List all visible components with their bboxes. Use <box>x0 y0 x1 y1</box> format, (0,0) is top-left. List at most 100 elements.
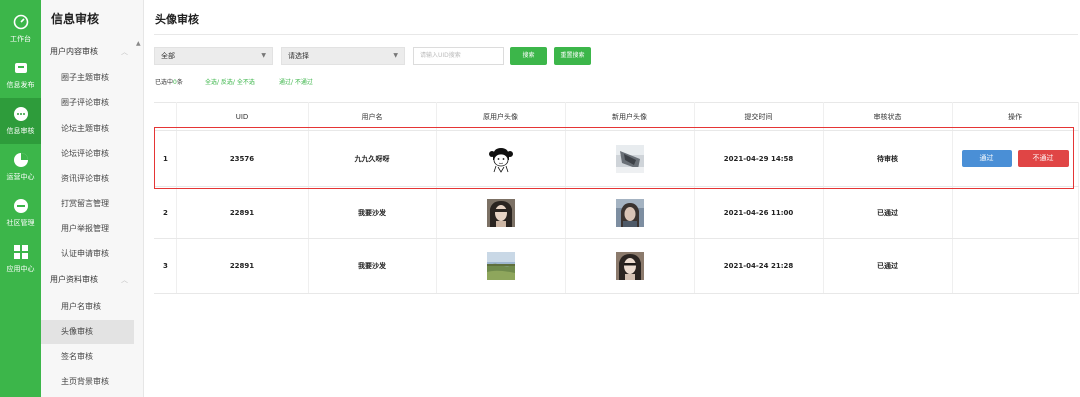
sidebar-item-forum-topic[interactable]: 论坛主题审核 <box>41 117 134 141</box>
row-index: 3 <box>154 238 177 294</box>
uid-search-input[interactable]: 请输入UID搜索 <box>413 47 504 65</box>
sidebar-item-tip-message[interactable]: 打赏留言管理 <box>41 192 134 216</box>
caret-down-icon: ▼ <box>393 52 398 59</box>
selected-count: 已选中0条 <box>155 77 183 86</box>
rail-item-apps[interactable]: 应用中心 <box>0 236 41 282</box>
sidebar-item-circle-comment[interactable]: 圈子评论审核 <box>41 91 134 115</box>
sidebar-item-circle-topic[interactable]: 圈子主题审核 <box>41 66 134 90</box>
row-status: 已通过 <box>823 186 953 239</box>
row-uid: 22891 <box>176 186 309 239</box>
row-username: 九九久呀呀 <box>308 130 437 187</box>
row-username: 我要沙发 <box>308 238 437 294</box>
sidebar-group-content[interactable]: 用户内容审核 ︿ <box>41 40 134 64</box>
chevron-up-icon: ︿ <box>121 48 128 56</box>
selected-prefix: 已选中 <box>155 79 174 86</box>
rail-label: 运营中心 <box>6 173 35 181</box>
main-content: 头像审核 全部 ▼ 请选择 ▼ 请输入UID搜索 搜索 重置搜索 已选中0条 全… <box>144 0 1080 397</box>
scroll-up-icon[interactable]: ▲ <box>136 40 141 47</box>
page-title: 头像审核 <box>155 13 199 26</box>
rail-label: 应用中心 <box>6 265 35 273</box>
row-actions: 通过 不通过 <box>952 130 1079 187</box>
row-submit-time: 2021-04-26 11:00 <box>694 186 824 239</box>
rail-item-publish[interactable]: 信息发布 <box>0 52 41 98</box>
sidebar-item-background[interactable]: 主页背景审核 <box>41 370 134 394</box>
filter-type-select[interactable]: 请选择 ▼ <box>281 47 405 65</box>
col-status: 审核状态 <box>823 102 953 131</box>
rail-item-review[interactable]: 信息审核 <box>0 98 41 144</box>
col-actions: 操作 <box>952 102 1079 131</box>
rail-item-operations[interactable]: 运营中心 <box>0 144 41 190</box>
col-index <box>154 102 177 131</box>
approve-button[interactable]: 通过 <box>961 150 1012 167</box>
table-header: UID 用户名 原用户头像 新用户头像 提交时间 审核状态 操作 <box>154 102 1079 131</box>
rail-item-community[interactable]: 社区管理 <box>0 190 41 236</box>
sidebar-item-user-report[interactable]: 用户举报管理 <box>41 217 134 241</box>
batch-approve-links[interactable]: 通过/ 不通过 <box>279 77 313 86</box>
sidebar-item-username[interactable]: 用户名审核 <box>41 295 134 319</box>
col-submit-time: 提交时间 <box>694 102 824 131</box>
rail-item-dashboard[interactable]: 工作台 <box>0 6 41 52</box>
table-row: 2 22891 我要沙发 2021-04-26 11:00 已通过 <box>154 186 1079 239</box>
rail-label: 信息发布 <box>6 81 35 89</box>
sidebar-item-certification[interactable]: 认证申请审核 <box>41 242 134 266</box>
col-uid: UID <box>176 102 309 131</box>
sidebar-scrollbar[interactable]: ▲ <box>134 38 144 397</box>
row-status: 已通过 <box>823 238 953 294</box>
approve-links-text[interactable]: 通过/ 不通过 <box>279 79 313 86</box>
sidebar-item-news-comment[interactable]: 资讯评论审核 <box>41 167 134 191</box>
new-avatar-image[interactable] <box>615 144 644 173</box>
sidebar: 信息审核 用户内容审核 ︿ 圈子主题审核 圈子评论审核 论坛主题审核 论坛评论审… <box>41 0 144 397</box>
select-value: 全部 <box>161 52 175 60</box>
divider <box>154 34 1078 35</box>
row-actions <box>952 238 1079 294</box>
selected-suffix: 条 <box>176 79 183 86</box>
avatar-review-table: UID 用户名 原用户头像 新用户头像 提交时间 审核状态 操作 1 23576… <box>154 102 1079 294</box>
col-username: 用户名 <box>308 102 437 131</box>
reset-search-button[interactable]: 重置搜索 <box>554 47 591 65</box>
rail-label: 工作台 <box>10 35 31 43</box>
new-avatar-cell <box>565 238 695 294</box>
row-actions <box>952 186 1079 239</box>
rail-label: 社区管理 <box>6 219 35 227</box>
col-old-avatar: 原用户头像 <box>436 102 566 131</box>
select-all-links[interactable]: 全选/ 反选/ 全不选 <box>205 77 255 86</box>
old-avatar-image[interactable] <box>486 144 515 173</box>
row-status: 待审核 <box>823 130 953 187</box>
row-uid: 23576 <box>176 130 309 187</box>
reject-button[interactable]: 不通过 <box>1017 150 1069 167</box>
col-new-avatar: 新用户头像 <box>565 102 695 131</box>
operations-icon <box>13 153 28 167</box>
group-label: 用户内容审核 <box>50 47 98 56</box>
row-submit-time: 2021-04-29 14:58 <box>694 130 824 187</box>
caret-down-icon: ▼ <box>261 52 266 59</box>
old-avatar-cell <box>436 186 566 239</box>
sidebar-group-profile[interactable]: 用户资料审核 ︿ <box>41 268 134 292</box>
dashboard-icon <box>13 14 28 30</box>
new-avatar-image[interactable] <box>615 252 644 280</box>
filter-all-select[interactable]: 全部 ▼ <box>154 47 273 65</box>
community-icon <box>13 199 28 213</box>
sidebar-item-forum-comment[interactable]: 论坛评论审核 <box>41 142 134 166</box>
old-avatar-image[interactable] <box>486 252 515 280</box>
old-avatar-cell <box>436 130 566 187</box>
old-avatar-image[interactable] <box>486 198 515 227</box>
row-submit-time: 2021-04-24 21:28 <box>694 238 824 294</box>
table-row: 3 22891 我要沙发 2021-04-24 21:28 已通过 <box>154 238 1079 294</box>
select-value: 请选择 <box>288 52 309 60</box>
sidebar-item-signature[interactable]: 签名审核 <box>41 345 134 369</box>
row-uid: 22891 <box>176 238 309 294</box>
old-avatar-cell <box>436 238 566 294</box>
publish-icon <box>14 63 27 73</box>
row-username: 我要沙发 <box>308 186 437 239</box>
group-label: 用户资料审核 <box>50 275 98 284</box>
sidebar-title: 信息审核 <box>51 12 100 26</box>
chat-icon <box>13 107 28 121</box>
search-button[interactable]: 搜索 <box>510 47 547 65</box>
chevron-up-icon: ︿ <box>121 276 128 284</box>
new-avatar-image[interactable] <box>615 198 644 227</box>
row-index: 2 <box>154 186 177 239</box>
row-index: 1 <box>154 130 177 187</box>
select-links-text[interactable]: 全选/ 反选/ 全不选 <box>205 79 255 86</box>
sidebar-item-avatar[interactable]: 头像审核 <box>41 320 134 344</box>
icon-rail: 工作台 信息发布 信息审核 运营中心 社区管理 应用中心 <box>0 0 41 397</box>
